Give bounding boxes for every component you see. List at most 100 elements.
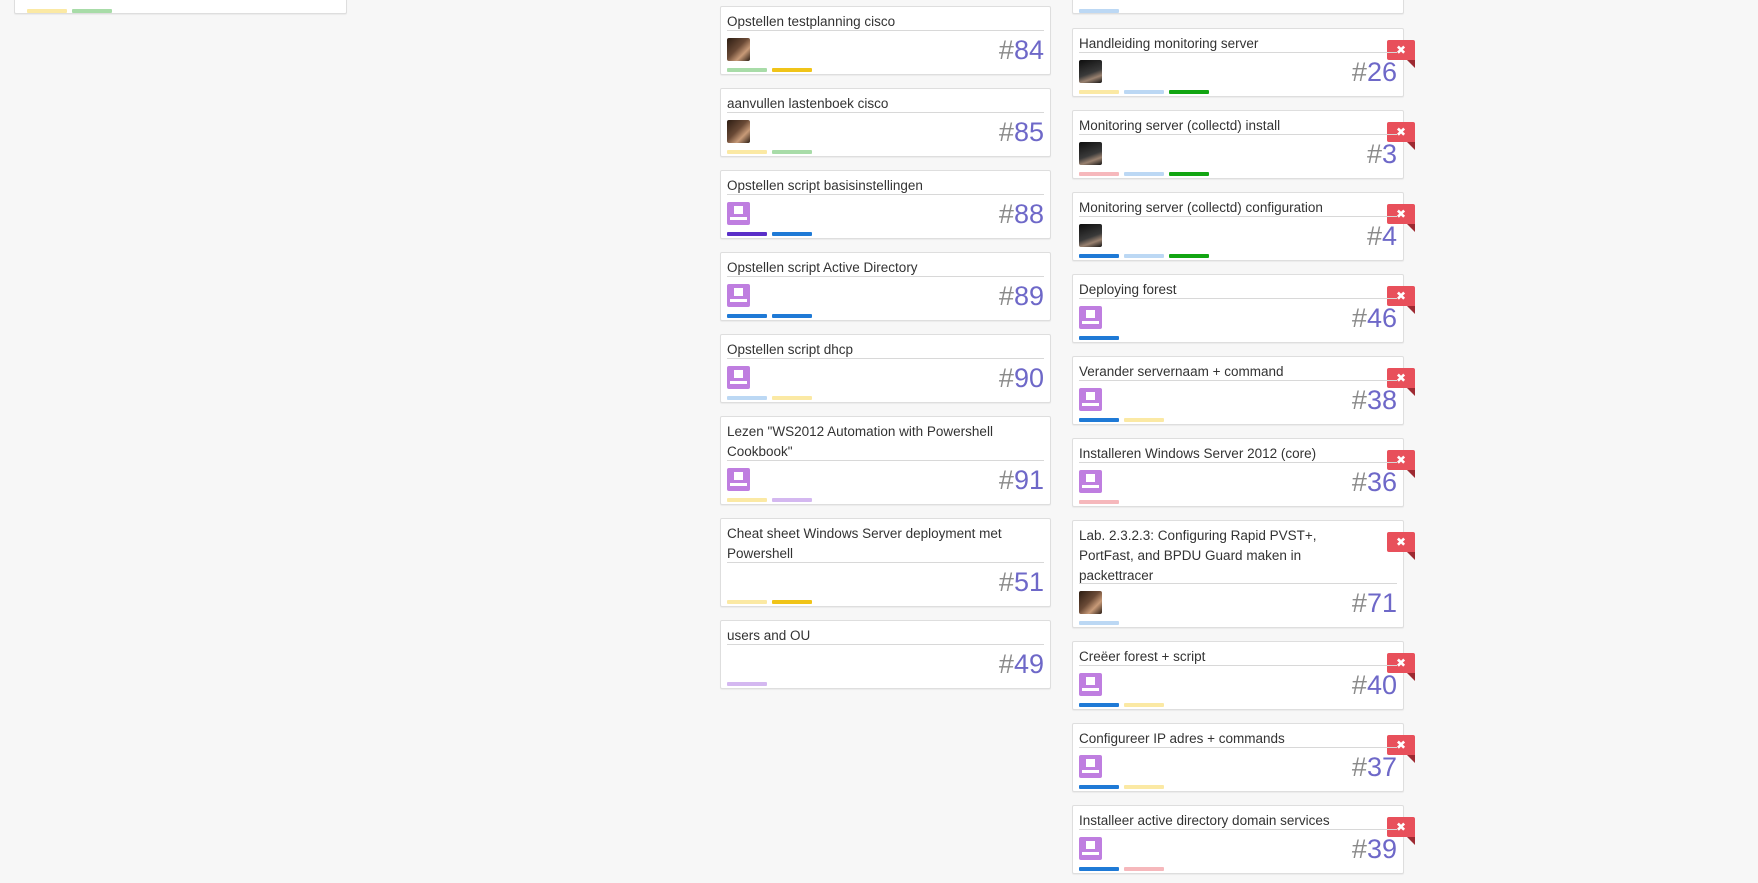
issue-card-90[interactable]: Opstellen script dhcp #90 (720, 334, 1051, 403)
assignee-avatar[interactable] (1079, 224, 1102, 247)
default-avatar-icon[interactable] (1079, 837, 1102, 860)
issue-number[interactable]: #3 (1367, 139, 1397, 169)
label-bar[interactable] (1169, 254, 1209, 258)
issue-card-36[interactable]: Installeren Windows Server 2012 (core) ✖… (1072, 438, 1415, 507)
issue-title[interactable]: Opstellen script dhcp (721, 335, 1010, 360)
issue-number[interactable]: #90 (999, 363, 1044, 393)
issue-number[interactable]: #84 (999, 35, 1044, 65)
assignee-avatar[interactable] (727, 120, 750, 143)
label-bar[interactable] (1079, 90, 1119, 94)
issue-number[interactable]: #4 (1367, 221, 1397, 251)
assignee-avatar[interactable] (727, 38, 750, 61)
label-bar[interactable] (1079, 418, 1119, 422)
assignee-avatar[interactable] (1079, 60, 1102, 83)
label-bar[interactable] (1079, 9, 1119, 13)
issue-card-91[interactable]: Lezen "WS2012 Automation with Powershell… (720, 416, 1051, 505)
label-bar[interactable] (772, 68, 812, 72)
label-bar[interactable] (1079, 500, 1119, 504)
issue-card-89[interactable]: Opstellen script Active Directory #89 (720, 252, 1051, 321)
issue-card-49[interactable]: users and OU #49 (720, 620, 1051, 689)
label-bar[interactable] (727, 682, 767, 686)
assignee-avatar[interactable] (1079, 591, 1102, 614)
label-bar[interactable] (1079, 867, 1119, 871)
issue-card-3[interactable]: Monitoring server (collectd) install ✖ #… (1072, 110, 1415, 179)
issue-number[interactable]: #46 (1352, 303, 1397, 333)
issue-card-88[interactable]: Opstellen script basisinstellingen #88 (720, 170, 1051, 239)
label-bar[interactable] (772, 498, 812, 502)
label-bar[interactable] (727, 600, 767, 604)
issue-number[interactable]: #37 (1352, 752, 1397, 782)
issue-card-26[interactable]: Handleiding monitoring server ✖ #26 (1072, 28, 1415, 97)
label-bar[interactable] (1169, 90, 1209, 94)
label-bar[interactable] (27, 9, 67, 13)
default-avatar-icon[interactable] (1079, 388, 1102, 411)
label-bar[interactable] (727, 498, 767, 502)
label-bar[interactable] (772, 600, 812, 604)
label-bar[interactable] (1124, 172, 1164, 176)
issue-title[interactable]: Cheat sheet Windows Server deployment me… (721, 519, 1010, 564)
default-avatar-icon[interactable] (727, 366, 750, 389)
label-bar[interactable] (1079, 254, 1119, 258)
label-bar[interactable] (1124, 703, 1164, 707)
issue-title[interactable]: Opstellen testplanning cisco (721, 7, 1010, 32)
issue-title[interactable]: Verander servernaam + command (1073, 357, 1363, 382)
issue-number[interactable]: #88 (999, 199, 1044, 229)
default-avatar-icon[interactable] (1079, 470, 1102, 493)
issue-number[interactable]: #71 (1352, 588, 1397, 618)
label-bar[interactable] (772, 314, 812, 318)
issue-card-46[interactable]: Deploying forest ✖ #46 (1072, 274, 1415, 343)
issue-title[interactable]: Configureer IP adres + commands (1073, 724, 1363, 749)
issue-card-37[interactable]: Configureer IP adres + commands ✖ #37 (1072, 723, 1415, 792)
issue-number[interactable]: #89 (999, 281, 1044, 311)
default-avatar-icon[interactable] (1079, 673, 1102, 696)
issue-title[interactable]: Lezen "WS2012 Automation with Powershell… (721, 417, 1010, 462)
issue-number[interactable]: #49 (999, 649, 1044, 679)
issue-title[interactable]: Handleiding monitoring server (1073, 29, 1363, 54)
issue-title[interactable]: Monitoring server (collectd) install (1073, 111, 1363, 136)
issue-card-60[interactable]: #60 (14, 0, 347, 14)
issue-title[interactable]: Installeren Windows Server 2012 (core) (1073, 439, 1363, 464)
default-avatar-icon[interactable] (1079, 755, 1102, 778)
issue-number[interactable]: #51 (999, 567, 1044, 597)
issue-number[interactable]: #72 (1352, 0, 1397, 2)
label-bar[interactable] (727, 150, 767, 154)
issue-card-72[interactable]: #72 (1072, 0, 1404, 14)
label-bar[interactable] (772, 150, 812, 154)
issue-number[interactable]: #60 (295, 0, 340, 2)
issue-title[interactable]: Monitoring server (collectd) configurati… (1073, 193, 1363, 218)
issue-card-40[interactable]: Creëer forest + script ✖ #40 (1072, 641, 1415, 710)
issue-title[interactable]: Lab. 2.3.2.3: Configuring Rapid PVST+, P… (1073, 521, 1363, 586)
issue-card-4[interactable]: Monitoring server (collectd) configurati… (1072, 192, 1415, 261)
issue-title[interactable]: Creëer forest + script (1073, 642, 1363, 667)
label-bar[interactable] (1124, 418, 1164, 422)
label-bar[interactable] (1079, 621, 1119, 625)
label-bar[interactable] (1079, 785, 1119, 789)
issue-title[interactable]: Opstellen script Active Directory (721, 253, 1010, 278)
label-bar[interactable] (72, 9, 112, 13)
default-avatar-icon[interactable] (727, 202, 750, 225)
issue-title[interactable]: users and OU (721, 621, 1010, 646)
label-bar[interactable] (772, 232, 812, 236)
label-bar[interactable] (1169, 172, 1209, 176)
issue-number[interactable]: #26 (1352, 57, 1397, 87)
close-icon[interactable]: ✖ (1387, 532, 1415, 560)
label-bar[interactable] (727, 232, 767, 236)
label-bar[interactable] (727, 314, 767, 318)
issue-title[interactable]: Installeer active directory domain servi… (1073, 806, 1363, 831)
label-bar[interactable] (772, 396, 812, 400)
issue-number[interactable]: #85 (999, 117, 1044, 147)
issue-card-85[interactable]: aanvullen lastenboek cisco #85 (720, 88, 1051, 157)
default-avatar-icon[interactable] (727, 468, 750, 491)
issue-number[interactable]: #40 (1352, 670, 1397, 700)
issue-card-71[interactable]: Lab. 2.3.2.3: Configuring Rapid PVST+, P… (1072, 520, 1415, 628)
label-bar[interactable] (1079, 172, 1119, 176)
label-bar[interactable] (1124, 867, 1164, 871)
issue-number[interactable]: #91 (999, 465, 1044, 495)
label-bar[interactable] (1079, 703, 1119, 707)
default-avatar-icon[interactable] (1079, 306, 1102, 329)
issue-title[interactable]: Opstellen script basisinstellingen (721, 171, 1010, 196)
issue-card-84[interactable]: Opstellen testplanning cisco #84 (720, 6, 1051, 75)
issue-title[interactable]: Deploying forest (1073, 275, 1363, 300)
issue-title[interactable]: aanvullen lastenboek cisco (721, 89, 1010, 114)
label-bar[interactable] (1124, 785, 1164, 789)
